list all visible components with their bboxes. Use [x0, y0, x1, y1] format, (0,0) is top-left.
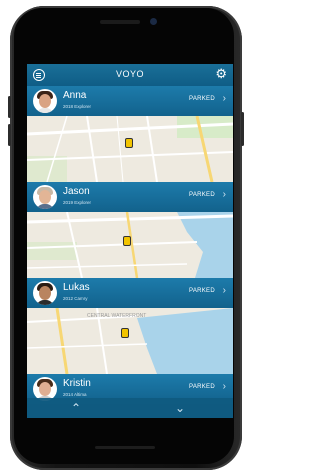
volume-button	[8, 124, 11, 146]
chevron-right-icon[interactable]: ›	[223, 285, 226, 296]
status-badge: PARKED	[188, 192, 215, 198]
avatar	[33, 89, 57, 113]
status-badge: PARKED	[188, 384, 215, 390]
avatar	[33, 185, 57, 209]
front-camera	[150, 18, 157, 25]
gear-icon[interactable]: ⚙	[215, 67, 227, 81]
map-view[interactable]	[27, 116, 233, 182]
driver-name: Jason	[63, 186, 90, 197]
car-model: 2012 Camry	[63, 296, 88, 301]
home-indicator	[95, 446, 155, 449]
car-model: 2019 Explorer	[63, 200, 92, 205]
vehicle-card[interactable]: Anna 2018 Explorer PARKED ›	[27, 86, 233, 182]
map-view[interactable]: CENTRAL WATERFRONT	[27, 308, 233, 374]
vehicle-card[interactable]: Lukas 2012 Camry PARKED › CENTRAL WATERF…	[27, 278, 233, 374]
chevron-down-icon[interactable]: ⌄	[175, 401, 185, 415]
vehicle-marker[interactable]	[123, 236, 131, 246]
chevron-up-icon[interactable]: ⌃	[71, 401, 81, 415]
driver-name: Anna	[63, 90, 87, 101]
status-badge: PARKED	[188, 288, 215, 294]
volume-button	[8, 96, 11, 118]
map-label: CENTRAL WATERFRONT	[87, 313, 146, 319]
avatar	[33, 281, 57, 305]
card-header[interactable]: Lukas 2012 Camry PARKED ›	[27, 278, 233, 308]
car-model: 2018 Explorer	[63, 104, 92, 109]
app-title: VOYO	[115, 69, 144, 79]
bottom-nav: ⌃ ⌄	[27, 398, 233, 418]
chevron-right-icon[interactable]: ›	[223, 381, 226, 392]
vehicle-card[interactable]: Jason 2019 Explorer PARKED ›	[27, 182, 233, 278]
card-header[interactable]: Anna 2018 Explorer PARKED ›	[27, 86, 233, 116]
status-badge: PARKED	[188, 96, 215, 102]
app-header: VOYO ⚙	[27, 64, 233, 86]
chevron-right-icon[interactable]: ›	[223, 189, 226, 200]
driver-name: Lukas	[63, 282, 90, 293]
driver-name: Kristin	[63, 378, 91, 389]
vehicle-marker[interactable]	[125, 138, 133, 148]
app-screen: VOYO ⚙ Anna 2018 Explorer PARKED › Jason…	[27, 64, 233, 418]
vehicle-marker[interactable]	[121, 328, 129, 338]
chevron-right-icon[interactable]: ›	[223, 93, 226, 104]
power-button	[241, 112, 244, 146]
map-view[interactable]	[27, 212, 233, 278]
earpiece	[100, 20, 140, 24]
car-model: 2014 Altima	[63, 392, 87, 397]
card-header[interactable]: Jason 2019 Explorer PARKED ›	[27, 182, 233, 212]
